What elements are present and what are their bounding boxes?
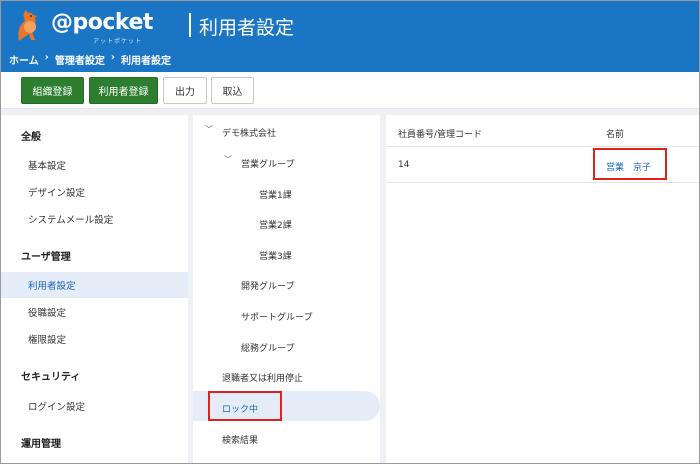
tree-item-company[interactable]: デモ株式会社 (222, 126, 276, 139)
tree-item-general-group[interactable]: 総務グループ (241, 341, 294, 354)
breadcrumb-separator-icon: › (44, 52, 49, 63)
sidebar-item-basic[interactable]: 基本設定 (1, 152, 188, 178)
breadcrumb-separator-icon: › (110, 52, 115, 63)
sidebar-item-role-settings[interactable]: 役職設定 (1, 299, 188, 325)
tree-item-support-group[interactable]: サポートグループ (241, 310, 312, 323)
section-general: 全般 (21, 132, 41, 143)
column-header-id[interactable]: 社員番号/管理コード (398, 127, 482, 140)
export-button[interactable]: 出力 (163, 77, 207, 104)
section-user-management: ユーザ管理 (21, 252, 71, 263)
tree-item-dev-group[interactable]: 開発グループ (241, 279, 294, 292)
tree-item-sales-group[interactable]: 営業グループ (241, 157, 294, 170)
org-register-button[interactable]: 組織登録 (21, 77, 84, 104)
sidebar-item-permission-settings[interactable]: 権限設定 (1, 326, 188, 352)
org-tree-panel: ﹀ デモ株式会社 ﹀ 営業グループ 営業1課 営業2課 営業3課 開発グループ … (193, 115, 380, 463)
brand-subtitle: アットポケット (93, 38, 143, 45)
breadcrumb-home[interactable]: ホーム (9, 52, 39, 67)
tree-item-search-results[interactable]: 検索結果 (222, 433, 258, 446)
chevron-down-icon[interactable]: ﹀ (224, 154, 232, 165)
breadcrumb-user-settings: 利用者設定 (120, 56, 171, 67)
brand-logo-text[interactable]: @pocket (51, 10, 153, 35)
tree-item-sales3[interactable]: 営業3課 (259, 249, 292, 262)
tree-item-sales2[interactable]: 営業2課 (259, 218, 292, 231)
import-button[interactable]: 取込 (211, 77, 254, 104)
table-cell-name-link[interactable]: 営業 京子 (606, 160, 651, 173)
kangaroo-logo-icon (18, 10, 37, 41)
user-register-button[interactable]: 利用者登録 (89, 77, 158, 104)
header-bar: @pocket アットポケット 利用者設定 ホーム › 管理者設定 › 利用者設… (1, 1, 699, 72)
section-security: セキュリティ (21, 372, 81, 383)
breadcrumb: ホーム › 管理者設定 › 利用者設定 (9, 52, 171, 67)
sidebar-item-user-settings[interactable]: 利用者設定 (1, 272, 188, 298)
tree-item-sales1[interactable]: 営業1課 (259, 188, 292, 201)
settings-sidebar: 全般 基本設定 デザイン設定 システムメール設定 ユーザ管理 利用者設定 役職設… (1, 115, 188, 463)
app-window: @pocket アットポケット 利用者設定 ホーム › 管理者設定 › 利用者設… (0, 0, 700, 464)
chevron-down-icon[interactable]: ﹀ (205, 124, 213, 135)
section-operation: 運用管理 (21, 439, 61, 450)
breadcrumb-admin-settings[interactable]: 管理者設定 (55, 52, 105, 67)
header-divider-line (386, 146, 699, 147)
table-cell-id: 14 (398, 160, 410, 170)
header-divider (189, 13, 191, 37)
tree-item-retired[interactable]: 退職者又は利用停止 (222, 371, 303, 384)
toolbar: 組織登録 利用者登録 出力 取込 (1, 72, 699, 109)
page-title: 利用者設定 (199, 17, 295, 39)
row-divider-line (386, 182, 699, 183)
sidebar-item-login-settings[interactable]: ログイン設定 (1, 393, 188, 419)
tree-item-locked[interactable]: ロック中 (222, 402, 258, 415)
column-header-name[interactable]: 名前 (606, 127, 624, 140)
sidebar-item-design[interactable]: デザイン設定 (1, 179, 188, 205)
sidebar-item-system-mail[interactable]: システムメール設定 (1, 206, 188, 232)
user-table: 社員番号/管理コード 名前 14 営業 京子 (386, 115, 699, 463)
